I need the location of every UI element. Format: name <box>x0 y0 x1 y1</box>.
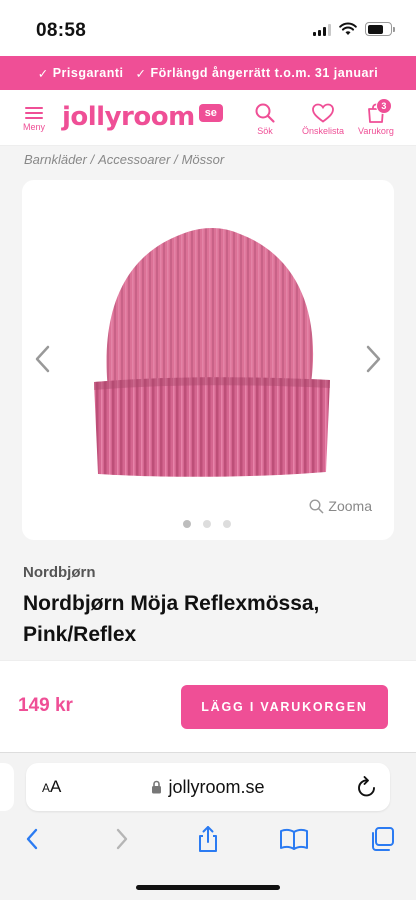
lock-icon <box>152 780 162 794</box>
search-label: Sök <box>257 126 273 136</box>
wifi-icon <box>339 22 357 35</box>
magnifier-icon <box>309 498 324 513</box>
wishlist-button[interactable]: Önskelista <box>302 102 344 136</box>
status-bar: 08:58 <box>0 0 416 54</box>
cart-label: Varukorg <box>358 126 394 136</box>
prev-image-arrow[interactable] <box>32 344 54 374</box>
browser-nav-row <box>0 823 416 855</box>
signal-icon <box>313 23 331 36</box>
product-gallery: Zooma <box>22 180 394 540</box>
menu-button[interactable]: Meny <box>22 104 46 132</box>
promo-text: Förlängd ångerrätt t.o.m. 31 januari <box>150 66 379 80</box>
tabs-icon <box>372 827 394 851</box>
back-button[interactable] <box>16 823 48 855</box>
next-image-arrow[interactable] <box>362 344 384 374</box>
url-text: jollyroom.se <box>168 777 265 797</box>
add-to-cart-button[interactable]: LÄGG I VARUKORGEN <box>181 685 388 729</box>
promo-bar: ✓ Prisgaranti ✓ Förlängd ångerrätt t.o.m… <box>0 56 416 90</box>
pagination-dot[interactable] <box>203 520 211 528</box>
promo-text: Prisgaranti <box>52 66 124 80</box>
status-icons <box>313 22 395 36</box>
reload-icon[interactable] <box>356 775 378 799</box>
search-button[interactable]: Sök <box>254 102 276 136</box>
product-brand[interactable]: Nordbjørn <box>23 564 96 581</box>
heart-icon <box>312 103 334 123</box>
site-logo[interactable]: jollyroom se <box>62 102 223 132</box>
product-title: Nordbjørn Möja Reflexmössa, Pink/Reflex <box>23 592 320 646</box>
browser-toolbar: AA jollyroom.se <box>0 752 416 900</box>
check-icon: ✓ <box>37 66 49 81</box>
product-price: 149 kr <box>18 695 73 716</box>
zoom-button[interactable]: Zooma <box>309 498 372 514</box>
book-icon <box>280 828 308 850</box>
address-bar[interactable]: AA jollyroom.se <box>26 763 390 811</box>
purchase-bar: 149 kr LÄGG I VARUKORGEN <box>0 660 416 752</box>
zoom-label: Zooma <box>328 498 372 514</box>
breadcrumb-link[interactable]: Barnkläder / <box>24 152 94 167</box>
share-button[interactable] <box>192 823 224 855</box>
wishlist-label: Önskelista <box>302 126 345 136</box>
gallery-pagination <box>183 520 231 528</box>
breadcrumb: Barnkläder / Accessoarer / Mössor <box>24 152 224 167</box>
product-image[interactable] <box>72 220 344 500</box>
url-display[interactable]: jollyroom.se <box>26 777 390 798</box>
status-time: 08:58 <box>36 20 87 41</box>
site-header: Meny jollyroom se Sök Önskelista 3 Varuk… <box>0 90 416 146</box>
bookmarks-button[interactable] <box>278 823 310 855</box>
back-arrow-icon <box>26 828 38 850</box>
pagination-dot[interactable] <box>223 520 231 528</box>
logo-text: jollyroom <box>62 102 195 132</box>
previous-tab-peek[interactable] <box>0 763 14 811</box>
promo-item: ✓ Prisgaranti <box>38 66 124 81</box>
check-icon: ✓ <box>135 66 147 81</box>
cart-count-badge: 3 <box>375 98 392 114</box>
cart-button[interactable]: 3 Varukorg <box>358 98 394 136</box>
hamburger-icon <box>22 107 46 119</box>
promo-item: ✓ Förlängd ångerrätt t.o.m. 31 januari <box>136 66 379 81</box>
pagination-dot[interactable] <box>183 520 191 528</box>
breadcrumb-link[interactable]: Accessoarer / <box>98 152 177 167</box>
home-indicator <box>136 885 280 890</box>
breadcrumb-link[interactable]: Mössor <box>182 152 225 167</box>
tabs-button[interactable] <box>366 823 398 855</box>
search-icon <box>255 103 275 123</box>
menu-label: Meny <box>22 122 45 132</box>
logo-badge: se <box>198 104 223 122</box>
battery-icon <box>365 22 395 36</box>
forward-arrow-icon <box>116 828 128 850</box>
share-icon <box>199 826 217 852</box>
forward-button[interactable] <box>106 823 138 855</box>
